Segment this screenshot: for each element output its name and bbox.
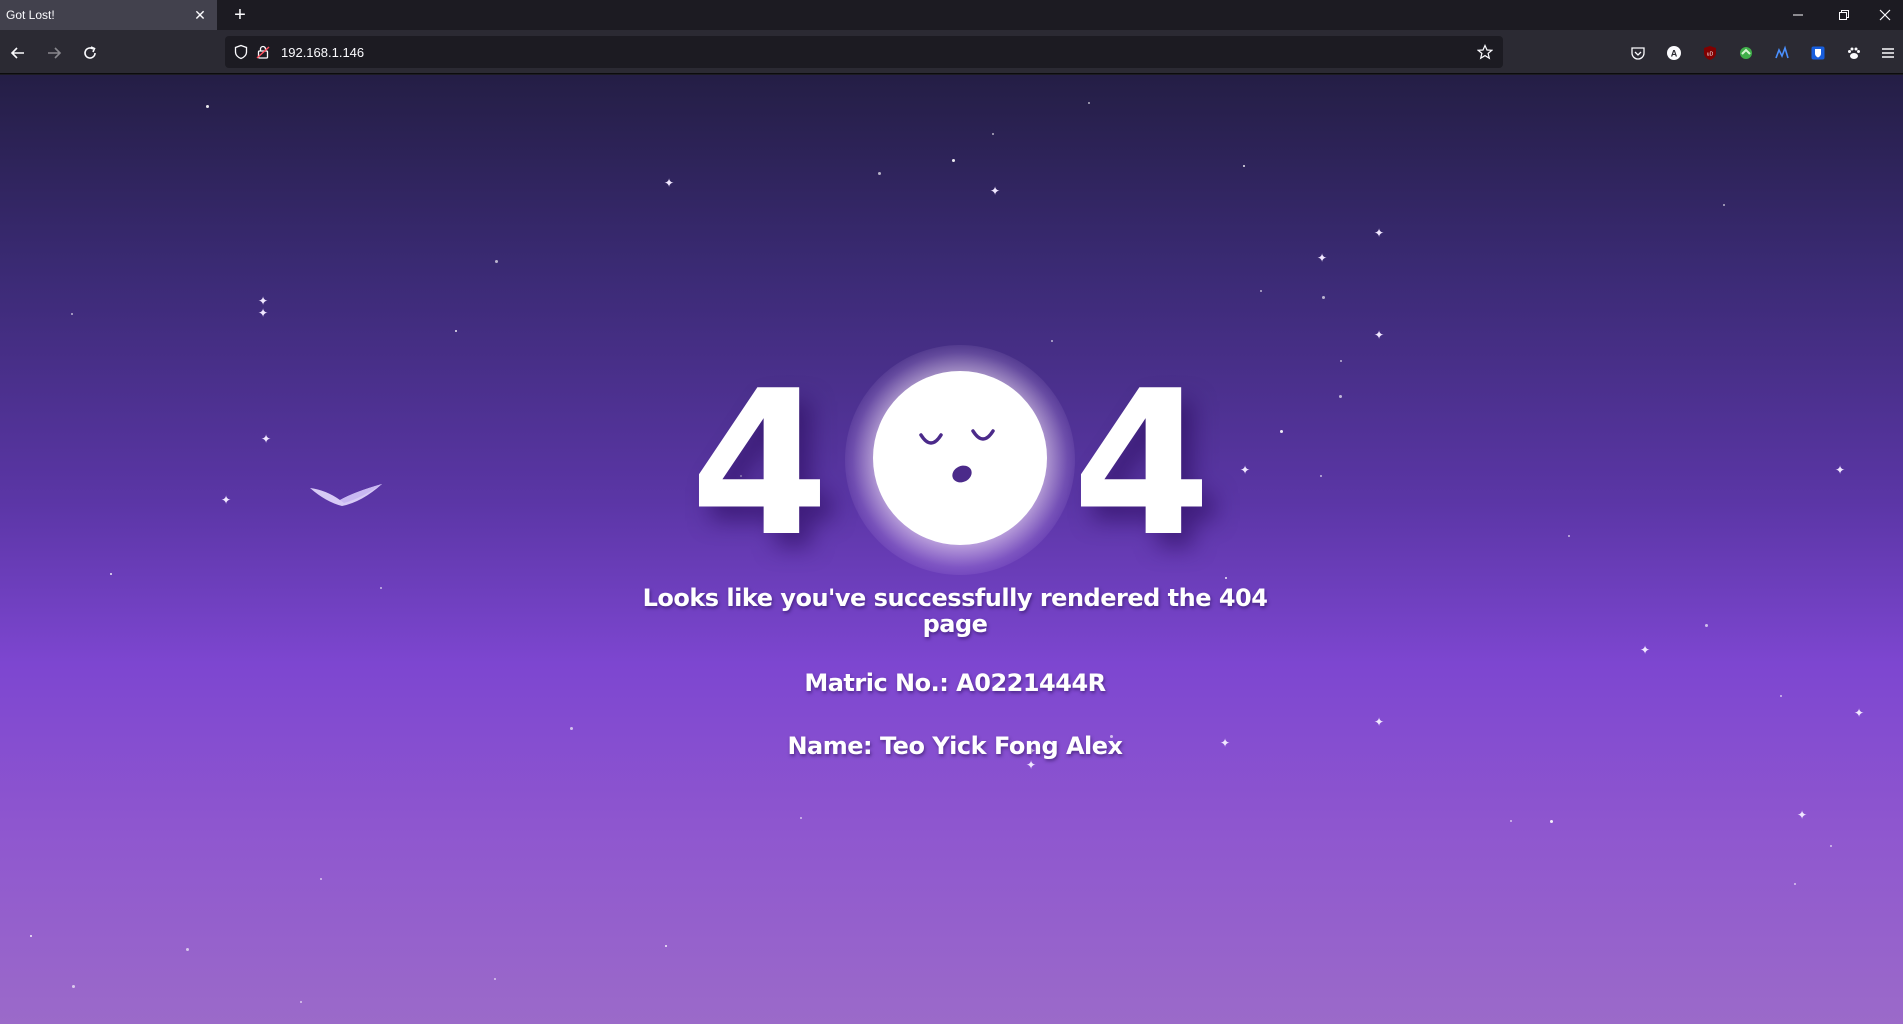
- star-dot: [71, 313, 73, 315]
- star-dot: [1260, 290, 1262, 292]
- address-bar[interactable]: 192.168.1.146: [225, 36, 1503, 68]
- navigation-toolbar: 192.168.1.146 A uD: [0, 30, 1903, 74]
- star-dot: [1794, 883, 1796, 885]
- star-dot: [300, 1001, 302, 1003]
- sparkle-star-icon: ✦: [1797, 808, 1808, 822]
- tracking-shield-icon[interactable]: [231, 42, 251, 62]
- star-dot: [1830, 845, 1832, 847]
- page-viewport: ✦ ✦ ✦ ✦ ✦ ✦ ✦ ✦ ✦ ✦ ✦ ✦ ✦ ✦ ✦ ✦ ✦ ✦ 4 4 Looks like you've…: [0, 75, 1903, 1024]
- new-tab-button[interactable]: +: [228, 3, 252, 27]
- bird-icon: [310, 484, 382, 506]
- star-dot: [1568, 535, 1570, 537]
- star-dot: [455, 330, 457, 332]
- star-dot: [1051, 340, 1053, 342]
- star-dot: [1510, 820, 1512, 822]
- tab-title: Got Lost!: [6, 8, 55, 22]
- star-dot: [800, 817, 802, 819]
- extension-green-icon[interactable]: [1736, 43, 1756, 63]
- star-dot: [110, 573, 112, 575]
- star-dot: [1780, 695, 1782, 697]
- error-message-line2: page: [922, 610, 988, 638]
- star-dot: [186, 948, 189, 951]
- star-dot: [320, 878, 322, 880]
- star-dot: [495, 260, 498, 263]
- sleeping-moon-icon: [873, 371, 1047, 545]
- reload-icon[interactable]: [77, 40, 103, 66]
- matric-number: Matric No.: A0221444R: [804, 669, 1106, 697]
- star-dot: [1243, 165, 1245, 167]
- pocket-icon[interactable]: [1628, 43, 1648, 63]
- sparkle-star-icon: ✦: [1317, 251, 1328, 265]
- sparkle-star-icon: ✦: [1640, 643, 1651, 657]
- account-icon[interactable]: A: [1664, 43, 1684, 63]
- sparkle-star-icon: ✦: [664, 176, 675, 190]
- star-dot: [1280, 430, 1283, 433]
- sparkle-star-icon: ✦: [261, 432, 272, 446]
- sparkle-star-icon: ✦: [1374, 226, 1385, 240]
- star-dot: [1723, 204, 1725, 206]
- bookmark-star-icon[interactable]: [1473, 40, 1497, 64]
- star-dot: [878, 172, 881, 175]
- back-arrow-icon[interactable]: [5, 40, 31, 66]
- restore-icon[interactable]: [1826, 0, 1862, 30]
- tab-got-lost[interactable]: Got Lost! ✕: [0, 0, 217, 30]
- star-dot: [570, 727, 573, 730]
- url-text[interactable]: 192.168.1.146: [281, 45, 1473, 60]
- sparkle-star-icon: ✦: [1026, 758, 1037, 772]
- paw-icon[interactable]: [1844, 43, 1864, 63]
- star-dot: [952, 159, 955, 162]
- star-dot: [494, 978, 496, 980]
- sparkle-star-icon: ✦: [1835, 463, 1846, 477]
- error-message: Looks like you've successfully rendered …: [640, 585, 1270, 637]
- student-name: Name: Teo Yick Fong Alex: [787, 732, 1123, 760]
- error-404-graphic: 4 4: [690, 345, 1230, 615]
- star-dot: [30, 935, 32, 937]
- star-dot: [1320, 475, 1322, 477]
- insecure-lock-icon[interactable]: [253, 42, 273, 62]
- minimize-icon[interactable]: [1780, 0, 1816, 30]
- digit-four-right: 4: [1072, 348, 1212, 581]
- digit-four-left: 4: [690, 348, 830, 581]
- star-dot: [1705, 624, 1708, 627]
- menu-icon[interactable]: [1878, 43, 1898, 63]
- ublock-icon[interactable]: uD: [1700, 43, 1720, 63]
- sparkle-star-icon: ✦: [1854, 706, 1865, 720]
- star-dot: [1339, 395, 1342, 398]
- tab-strip: Got Lost! ✕ +: [0, 0, 1903, 30]
- tab-close-icon[interactable]: ✕: [191, 6, 209, 24]
- star-dot: [1322, 296, 1325, 299]
- error-message-line1: Looks like you've successfully rendered …: [642, 584, 1268, 612]
- bitwarden-icon[interactable]: [1808, 43, 1828, 63]
- sparkle-star-icon: ✦: [990, 184, 1001, 198]
- sparkle-star-icon: ✦: [1374, 715, 1385, 729]
- star-dot: [1340, 360, 1342, 362]
- sparkle-star-icon: ✦: [1240, 463, 1251, 477]
- star-dot: [1088, 102, 1090, 104]
- star-dot: [206, 105, 209, 108]
- sparkle-star-icon: ✦: [1374, 328, 1385, 342]
- star-dot: [665, 945, 667, 947]
- star-dot: [380, 587, 382, 589]
- star-dot: [1550, 820, 1553, 823]
- svg-text:A: A: [1671, 49, 1678, 59]
- star-dot: [72, 985, 75, 988]
- star-dot: [992, 133, 994, 135]
- sparkle-star-icon: ✦: [221, 493, 232, 507]
- close-icon[interactable]: [1867, 0, 1903, 30]
- sparkle-star-icon: ✦: [258, 306, 269, 320]
- extension-blue-icon[interactable]: [1772, 43, 1792, 63]
- svg-text:uD: uD: [1707, 52, 1714, 58]
- forward-arrow-icon[interactable]: [41, 40, 67, 66]
